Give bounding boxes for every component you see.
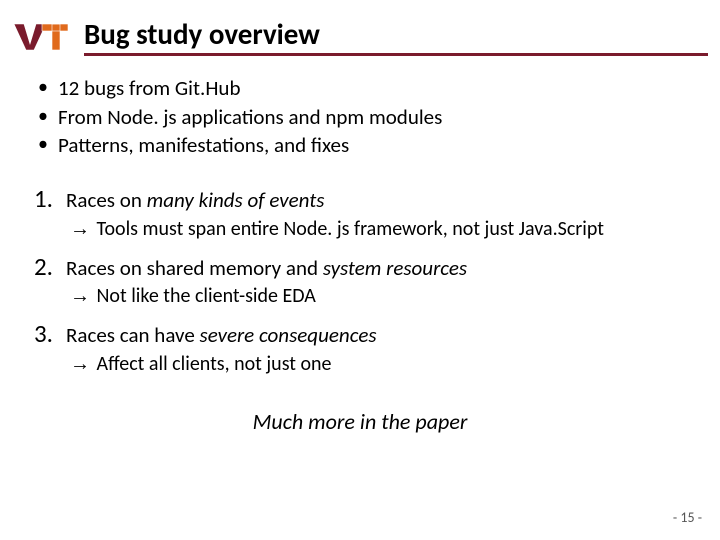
item-note: → Not like the client-side EDA — [34, 283, 690, 310]
item-text: Races can have severe consequences — [66, 320, 377, 350]
list-item: 2. Races on shared memory and system res… — [34, 251, 690, 311]
arrow-icon: → — [70, 218, 90, 240]
item-number: 1. — [34, 183, 66, 216]
item-number: 3. — [34, 318, 66, 351]
item-text: Races on shared memory and system resour… — [66, 253, 467, 283]
page-number: - 15 - — [673, 509, 702, 526]
item-note: → Affect all clients, not just one — [34, 351, 690, 378]
bullet-item: From Node. js applications and npm modul… — [38, 103, 690, 131]
slide-title: Bug study overview — [84, 18, 708, 56]
item-number: 2. — [34, 251, 66, 284]
slide-header: Bug study overview — [0, 0, 720, 60]
arrow-icon: → — [70, 285, 90, 307]
item-note: → Tools must span entire Node. js framew… — [34, 216, 690, 243]
vt-logo — [12, 22, 70, 52]
numbered-list: 1. Races on many kinds of events → Tools… — [34, 183, 690, 378]
bullet-list: 12 bugs from Git.Hub From Node. js appli… — [38, 74, 690, 159]
slide-content: 12 bugs from Git.Hub From Node. js appli… — [0, 60, 720, 435]
bullet-item: 12 bugs from Git.Hub — [38, 74, 690, 102]
item-text: Races on many kinds of events — [66, 185, 324, 215]
closing-text: Much more in the paper — [30, 408, 690, 435]
arrow-icon: → — [70, 353, 90, 375]
list-item: 3. Races can have severe consequences → … — [34, 318, 690, 378]
bullet-item: Patterns, manifestations, and fixes — [38, 131, 690, 159]
list-item: 1. Races on many kinds of events → Tools… — [34, 183, 690, 243]
